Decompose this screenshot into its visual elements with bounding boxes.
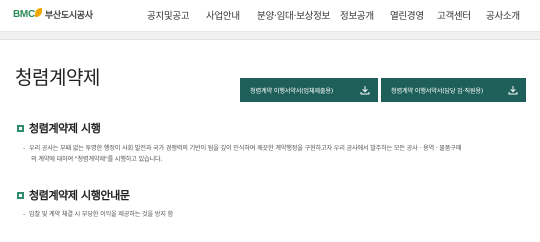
download-pledge-company-button[interactable]: 청렴계약 이행서약서(업체제출용): [240, 78, 378, 102]
download-button-label: 청렴계약 이행서약서(업체제출용): [250, 87, 334, 95]
header-divider-band: [0, 32, 540, 40]
nav-item-sales-info[interactable]: 분양·임대·보상정보: [257, 8, 330, 22]
square-bullet-icon: [17, 124, 24, 132]
site-header: BMC 부산도시공사 공지및공고 사업안내 분양·임대·보상정보 정보공개 열린…: [0, 0, 540, 32]
nav-item-notice[interactable]: 공지및공고: [147, 8, 190, 22]
body-line: - 우리 공사는 부패 없는 투명한 행정이 사회 발전과 국가 경쟁력의 기반이…: [23, 143, 523, 154]
download-button-label: 청렴계약 이행서약서(담당 임·직원용): [391, 87, 484, 95]
body-text: 입찰 및 계약 체결 시 부당한 이익을 제공하는 것을 방지 함: [29, 211, 174, 218]
body-line: - 입찰 및 계약 체결 시 부당한 이익을 제공하는 것을 방지 함: [23, 209, 523, 220]
section-title: 청렴계약제 시행안내문: [29, 189, 130, 202]
square-bullet-icon: [17, 191, 24, 199]
nav-item-open-management[interactable]: 열린경영: [390, 8, 424, 22]
nav-item-about[interactable]: 공사소개: [486, 8, 520, 22]
section-body: - 우리 공사는 부패 없는 투명한 행정이 사회 발전과 국가 경쟁력의 기반이…: [23, 143, 523, 165]
main-nav: 공지및공고 사업안내 분양·임대·보상정보 정보공개 열린경영 고객센터 공사소…: [0, 0, 540, 32]
body-line: 의 계약에 대하여 "청렴계약제"를 시행하고 있습니다.: [23, 154, 523, 165]
nav-item-customer-center[interactable]: 고객센터: [437, 8, 471, 22]
section-title: 청렴계약제 시행: [29, 122, 101, 135]
nav-item-business[interactable]: 사업안내: [206, 8, 240, 22]
dash-bullet: -: [23, 145, 26, 152]
section-body: - 입찰 및 계약 체결 시 부당한 이익을 제공하는 것을 방지 함: [23, 209, 523, 220]
download-pledge-staff-button[interactable]: 청렴계약 이행서약서(담당 임·직원용): [381, 78, 526, 102]
nav-item-disclosure[interactable]: 정보공개: [340, 8, 374, 22]
download-icon: [360, 86, 370, 95]
section-heading: 청렴계약제 시행안내문: [17, 187, 130, 203]
body-text: 우리 공사는 부패 없는 투명한 행정이 사회 발전과 국가 경쟁력의 기반이 …: [29, 145, 462, 152]
body-text: 의 계약에 대하여 "청렴계약제"를 시행하고 있습니다.: [31, 156, 163, 163]
section-heading: 청렴계약제 시행: [17, 120, 101, 136]
dash-bullet: -: [23, 211, 26, 218]
page-title: 청렴계약제: [15, 67, 100, 89]
download-icon: [508, 86, 518, 95]
